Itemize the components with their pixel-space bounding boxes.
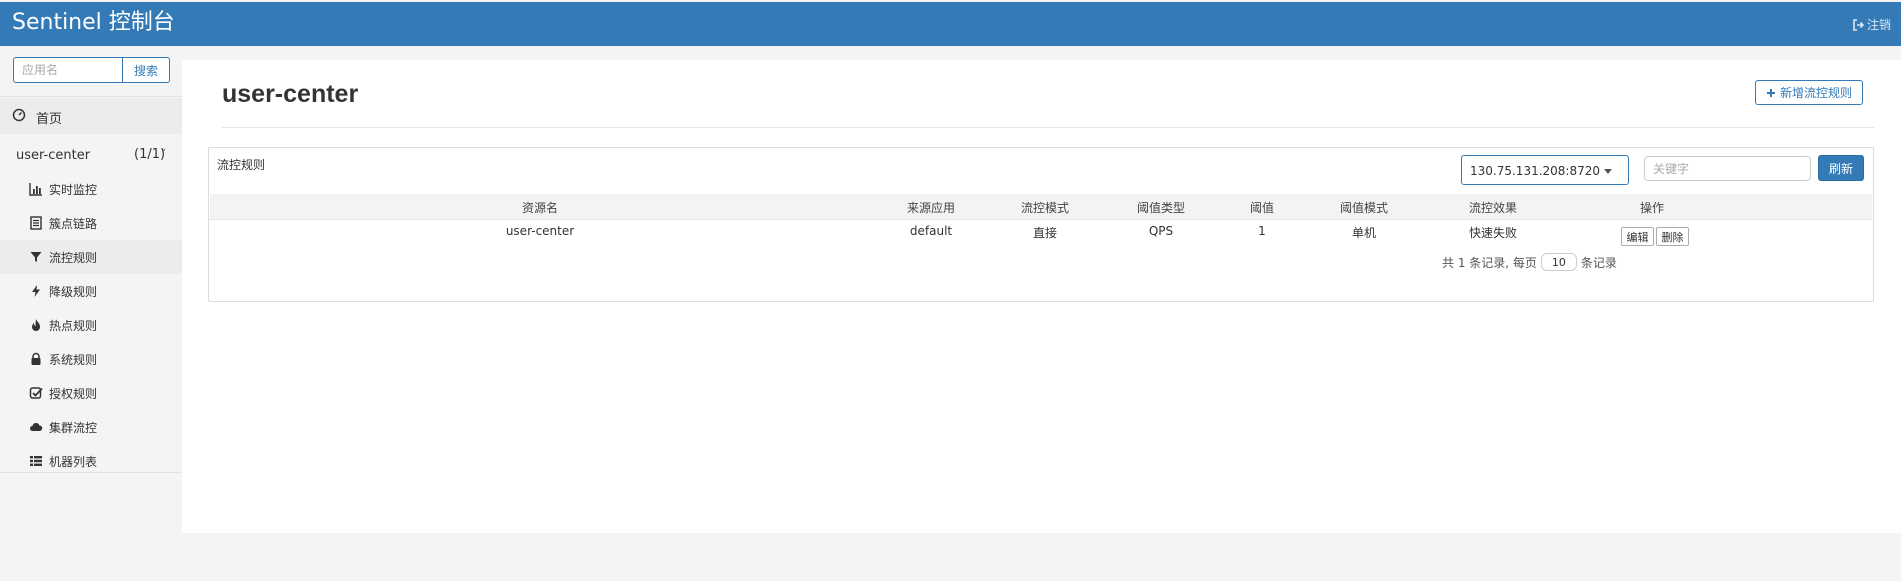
cell-threshold-type: QPS: [1148, 224, 1174, 238]
sidebar-item-cluster-flow[interactable]: 集群流控: [0, 410, 182, 444]
column-header-threshold: 阈值: [1249, 201, 1275, 215]
refresh-button[interactable]: 刷新: [1818, 155, 1864, 181]
column-header-mode: 流控模式: [1020, 201, 1070, 215]
page-title: user-center: [222, 80, 359, 108]
column-header-effect: 流控效果: [1468, 201, 1518, 215]
cell-cluster-mode: 单机: [1351, 226, 1377, 240]
cell-threshold: 1: [1258, 224, 1266, 238]
sidebar-item-flow-rules[interactable]: 流控规则: [0, 240, 182, 274]
sidebar-item-label: 机器列表: [49, 455, 98, 469]
sidebar-item-label: 系统规则: [49, 353, 98, 367]
sidebar-item-cluster-link[interactable]: 簇点链路: [0, 206, 182, 240]
sidebar-item-label: 实时监控: [49, 183, 98, 197]
filter-icon: [30, 252, 42, 262]
app-search: 搜索: [13, 57, 170, 83]
sidebar-menu: 实时监控 簇点链路 流控规则 降级规则 热点规则 系统规则 授权规则 集群流控 …: [0, 172, 182, 478]
cell-origin: default: [909, 224, 953, 238]
sidebar-item-label: 降级规则: [49, 285, 98, 299]
check-icon: [29, 387, 43, 399]
add-flow-rule-label: 新增流控规则: [1779, 86, 1852, 100]
table-header: 资源名 来源应用 流控模式 阈值类型 阈值 阈值模式 流控效果 操作: [210, 194, 1872, 220]
lock-icon: [31, 352, 41, 365]
sidebar-item-label: 簇点链路: [49, 217, 98, 231]
page-size-input[interactable]: 10: [1540, 253, 1577, 271]
sidebar-app-user-center[interactable]: user-center (1/1) ˅: [0, 138, 182, 172]
column-header-origin: 来源应用: [906, 201, 956, 215]
panel-title: 流控规则: [217, 158, 266, 172]
column-header-actions: 操作: [1639, 201, 1665, 215]
cloud-icon: [30, 422, 43, 431]
th-list-icon: [30, 456, 42, 466]
table-row: user-center default 直接 QPS 1 单机 快速失败 编辑 …: [210, 220, 1872, 250]
sidebar-item-hotspot-rules[interactable]: 热点规则: [0, 308, 182, 342]
cell-resource: user-center: [505, 224, 575, 238]
machine-select[interactable]: 130.75.131.208:8720: [1461, 155, 1629, 185]
cell-mode: 直接: [1032, 226, 1058, 240]
sidebar-item-home[interactable]: 首页: [0, 98, 182, 134]
sign-out-icon: [1853, 18, 1864, 31]
flow-rules-panel: 流控规则 130.75.131.208:8720 刷新 资源名 来源应用 流控模…: [208, 147, 1874, 302]
sidebar-item-label: 授权规则: [49, 387, 98, 401]
logout-label: 注销: [1866, 18, 1891, 32]
sidebar-item-label: 首页: [36, 112, 63, 127]
edit-rule-button[interactable]: 编辑: [1621, 227, 1654, 246]
column-header-resource: 资源名: [521, 201, 559, 215]
page-footer-area: [182, 533, 1901, 581]
logout-link[interactable]: 注销: [1852, 16, 1891, 33]
add-flow-rule-button[interactable]: 新增流控规则: [1755, 80, 1863, 105]
sidebar: 搜索 首页 user-center (1/1) ˅ 实时监控 簇点链路: [0, 46, 182, 581]
bar-chart-icon: [29, 183, 42, 196]
flash-icon: [32, 285, 40, 297]
sidebar-divider: [0, 472, 182, 473]
sidebar-item-label: 流控规则: [49, 251, 98, 265]
column-header-threshold-type: 阈值类型: [1136, 201, 1186, 215]
pager-suffix: 条记录: [1580, 255, 1617, 270]
keyword-input[interactable]: [1644, 156, 1811, 181]
sidebar-item-label: 集群流控: [49, 421, 98, 435]
caret-down-icon: [1604, 169, 1612, 174]
sidebar-item-label: 热点规则: [49, 319, 98, 333]
top-navbar: Sentinel 控制台 注销: [0, 2, 1901, 46]
dashboard-icon: [12, 108, 26, 122]
machine-select-value: 130.75.131.208:8720: [1470, 164, 1601, 178]
app-name: user-center: [16, 148, 91, 163]
cell-effect: 快速失败: [1468, 226, 1518, 240]
sidebar-item-auth-rules[interactable]: 授权规则: [0, 376, 182, 410]
delete-rule-button[interactable]: 删除: [1656, 227, 1689, 246]
pager-prefix: 共 1 条记录, 每页: [1442, 255, 1537, 270]
sidebar-item-realtime-monitor[interactable]: 实时监控: [0, 172, 182, 206]
title-divider: [222, 127, 1874, 128]
fire-icon: [32, 319, 40, 331]
plus-icon: [1766, 88, 1775, 97]
main-content: user-center 新增流控规则 流控规则 130.75.131.208:8…: [182, 60, 1901, 533]
app-search-input[interactable]: [13, 57, 123, 83]
pagination-info: 共 1 条记录, 每页 10 条记录: [1442, 253, 1617, 271]
list-alt-icon: [30, 216, 42, 230]
column-header-cluster-mode: 阈值模式: [1339, 201, 1389, 215]
sidebar-divider: [0, 96, 182, 97]
sidebar-item-degrade-rules[interactable]: 降级规则: [0, 274, 182, 308]
sidebar-item-system-rules[interactable]: 系统规则: [0, 342, 182, 376]
chevron-down-icon: ˅: [161, 147, 167, 160]
brand-title[interactable]: Sentinel 控制台: [12, 10, 175, 36]
app-search-button[interactable]: 搜索: [123, 57, 170, 83]
